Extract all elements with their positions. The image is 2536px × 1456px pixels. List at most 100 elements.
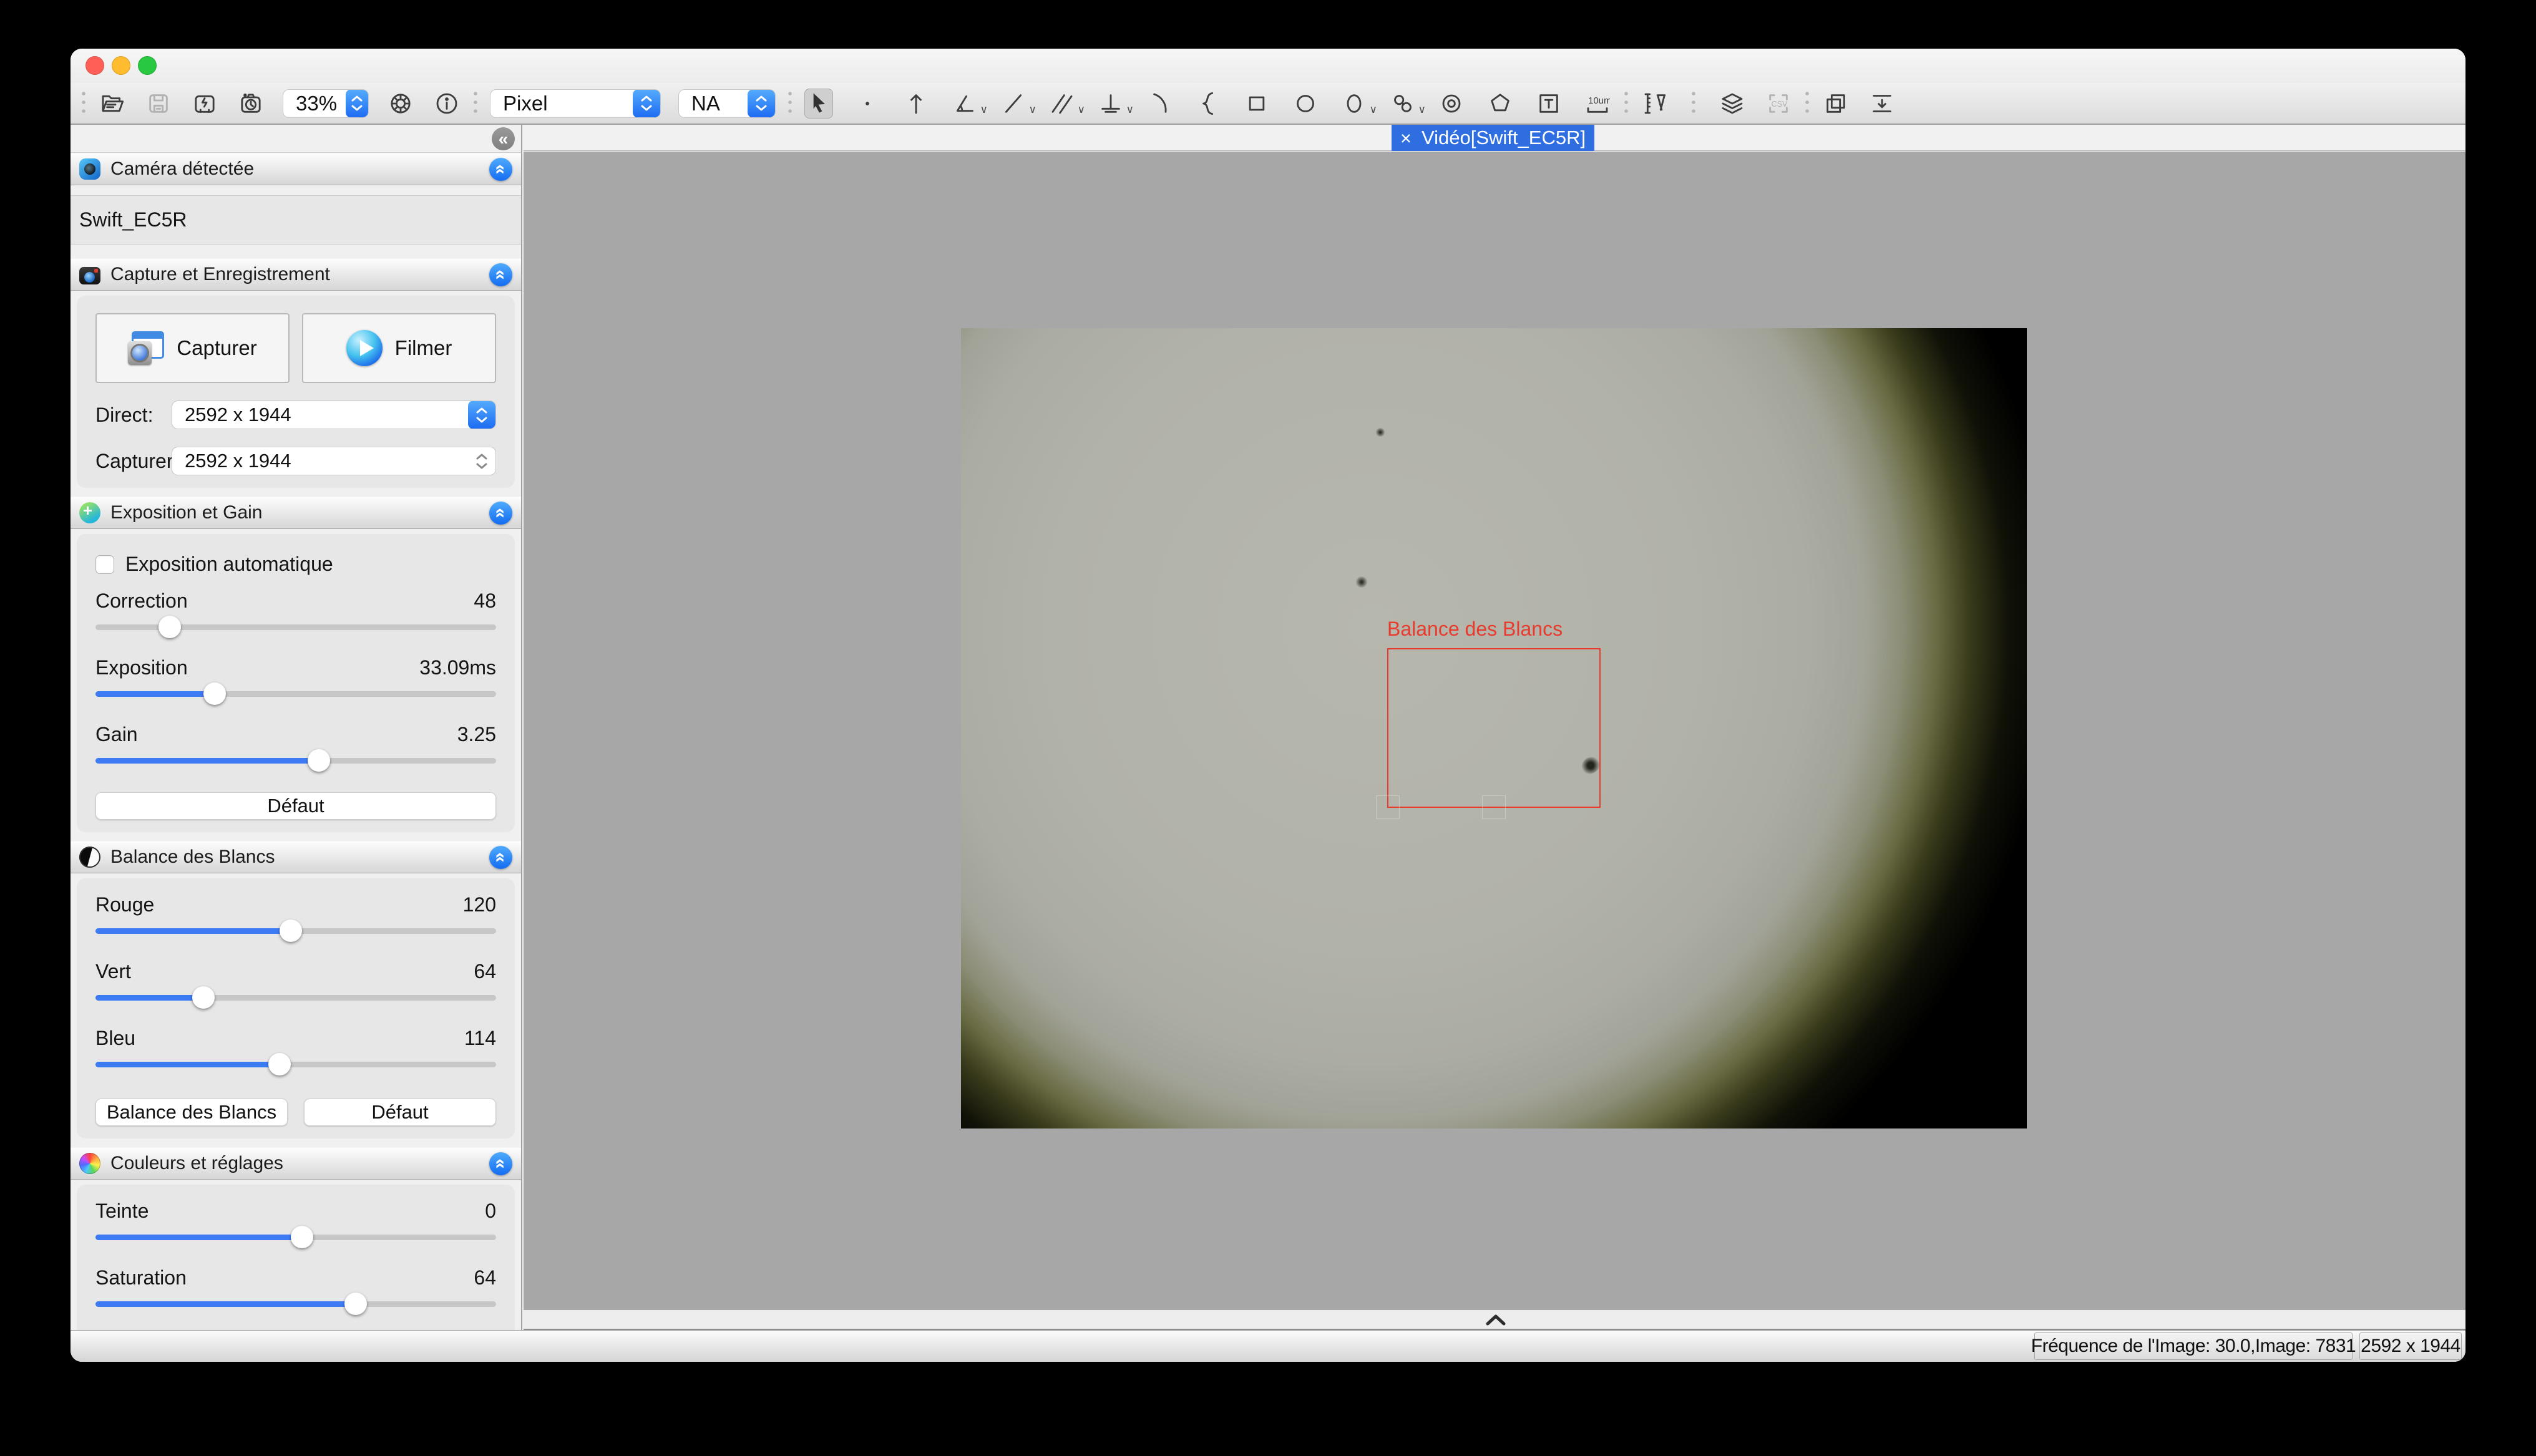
polygon-tool-icon[interactable] bbox=[1486, 89, 1514, 119]
exposure-time-value: 33.09ms bbox=[419, 656, 496, 679]
angle-tool-icon[interactable] bbox=[950, 89, 979, 119]
slider-thumb[interactable] bbox=[291, 1226, 313, 1248]
hue-slider[interactable] bbox=[95, 1223, 496, 1253]
wb-panel-header[interactable]: Balance des Blancs bbox=[71, 841, 521, 873]
toolbar-separator bbox=[788, 89, 792, 118]
snap-resolution-label: Capturer: bbox=[95, 450, 172, 473]
roi-resize-handle[interactable] bbox=[1376, 795, 1400, 819]
viewer-canvas: Balance des Blancs bbox=[524, 152, 2465, 1310]
exposure-time-slider[interactable] bbox=[95, 679, 496, 709]
rectangle-tool-icon[interactable] bbox=[1242, 89, 1271, 119]
unit-select[interactable]: Pixel bbox=[490, 89, 661, 118]
correction-slider[interactable] bbox=[95, 613, 496, 643]
layers-icon[interactable] bbox=[1718, 89, 1747, 119]
close-tab-icon[interactable]: × bbox=[1400, 129, 1412, 148]
slider-thumb[interactable] bbox=[280, 920, 302, 942]
annotation-circles-tool-icon[interactable] bbox=[1388, 89, 1417, 119]
copy-icon[interactable] bbox=[1822, 89, 1850, 119]
capture-button-label: Capturer bbox=[177, 336, 256, 360]
red-slider[interactable] bbox=[95, 916, 496, 946]
minimize-window-button[interactable] bbox=[112, 56, 130, 75]
collapse-panel-icon[interactable] bbox=[489, 158, 512, 181]
unit-stepper[interactable] bbox=[633, 89, 660, 118]
slider-thumb[interactable] bbox=[308, 749, 330, 772]
exposure-default-button[interactable]: Défaut bbox=[95, 792, 496, 820]
collapse-panel-icon[interactable] bbox=[489, 1152, 512, 1175]
auto-exposure-label: Exposition automatique bbox=[125, 553, 333, 576]
exposure-panel-header[interactable]: Exposition et Gain bbox=[71, 497, 521, 529]
text-tool-icon[interactable] bbox=[1534, 89, 1563, 119]
wb-default-button[interactable]: Défaut bbox=[304, 1099, 496, 1126]
perpendicular-tool-icon[interactable] bbox=[1096, 89, 1125, 119]
concentric-circles-tool-icon[interactable] bbox=[1437, 89, 1466, 119]
auto-exposure-checkbox[interactable] bbox=[95, 555, 114, 574]
gain-slider[interactable] bbox=[95, 746, 496, 776]
circle-tool-icon[interactable] bbox=[1291, 89, 1320, 119]
slider-thumb[interactable] bbox=[192, 986, 215, 1009]
camera-list-item[interactable]: Swift_EC5R bbox=[71, 195, 521, 245]
frame-info-status: Fréquence de l'Image: 30.0,Image: 7831 bbox=[2034, 1332, 2353, 1360]
info-icon[interactable] bbox=[432, 89, 461, 119]
zoom-select[interactable]: 33% bbox=[283, 89, 369, 118]
saturation-slider[interactable] bbox=[95, 1289, 496, 1319]
live-resolution-select[interactable]: 2592 x 1944 bbox=[172, 400, 496, 429]
live-resolution-label: Direct: bbox=[95, 404, 172, 427]
tab-video[interactable]: × Vidéo[Swift_EC5R] bbox=[1392, 125, 1594, 151]
collapse-panel-icon[interactable] bbox=[489, 846, 512, 869]
objective-stepper[interactable] bbox=[748, 89, 775, 118]
roi-resize-handle[interactable] bbox=[1482, 795, 1506, 819]
open-file-icon[interactable] bbox=[98, 89, 127, 119]
gain-label: Gain bbox=[95, 723, 138, 746]
save-icon bbox=[144, 89, 173, 119]
green-slider[interactable] bbox=[95, 983, 496, 1013]
zoom-window-button[interactable] bbox=[138, 56, 157, 75]
white-balance-roi[interactable] bbox=[1387, 648, 1601, 808]
expand-panel-chevron-icon[interactable] bbox=[1482, 1311, 1509, 1329]
collapse-panel-icon[interactable] bbox=[489, 263, 512, 286]
blue-slider[interactable] bbox=[95, 1050, 496, 1080]
snap-resolution-select[interactable]: 2592 x 1944 bbox=[172, 447, 496, 475]
snapshot-flash-icon[interactable] bbox=[190, 89, 219, 119]
slider-thumb[interactable] bbox=[268, 1053, 291, 1075]
select-cursor-icon[interactable] bbox=[804, 89, 833, 119]
color-panel-body: Teinte 0 Saturation 64 Luminosité 0 bbox=[77, 1185, 515, 1330]
collapse-panel-icon[interactable] bbox=[489, 502, 512, 525]
objective-select[interactable]: NA bbox=[678, 89, 776, 118]
capture-button[interactable]: Capturer bbox=[95, 313, 290, 383]
timed-capture-icon[interactable] bbox=[237, 89, 265, 119]
line-tool-icon[interactable] bbox=[999, 89, 1028, 119]
live-video-frame[interactable]: Balance des Blancs bbox=[961, 328, 2027, 1128]
arrow-tool-icon[interactable] bbox=[902, 89, 930, 119]
correction-label: Correction bbox=[95, 590, 188, 613]
green-label: Vert bbox=[95, 960, 131, 983]
zoom-stepper[interactable] bbox=[346, 89, 368, 118]
parallel-lines-tool-icon[interactable] bbox=[1048, 89, 1076, 119]
camera-list: Swift_EC5R bbox=[71, 185, 521, 258]
color-panel-header[interactable]: Couleurs et réglages bbox=[71, 1147, 521, 1180]
blue-value: 114 bbox=[464, 1027, 496, 1050]
collapse-sidebar-icon[interactable] bbox=[492, 127, 515, 150]
slider-thumb[interactable] bbox=[344, 1293, 367, 1315]
correction-value: 48 bbox=[474, 590, 496, 613]
close-window-button[interactable] bbox=[85, 56, 104, 75]
live-resolution-stepper[interactable] bbox=[468, 400, 495, 429]
settings-gear-icon[interactable] bbox=[386, 89, 415, 119]
snap-resolution-stepper[interactable] bbox=[468, 447, 495, 475]
white-balance-button[interactable]: Balance des Blancs bbox=[95, 1099, 288, 1126]
arc-tool-icon[interactable] bbox=[1145, 89, 1174, 119]
point-tool-icon[interactable] bbox=[853, 89, 882, 119]
measurement-tools-icon[interactable] bbox=[1641, 89, 1669, 119]
unit-value: Pixel bbox=[503, 92, 624, 115]
capture-panel-header[interactable]: Capture et Enregistrement bbox=[71, 258, 521, 291]
slider-thumb[interactable] bbox=[203, 682, 226, 705]
exposure-panel-body: Exposition automatique Correction 48 Exp… bbox=[77, 534, 515, 832]
scale-bar-tool-icon[interactable]: 10um bbox=[1583, 89, 1612, 119]
camera-panel-header[interactable]: Caméra détectée bbox=[71, 153, 521, 185]
record-button[interactable]: Filmer bbox=[302, 313, 496, 383]
export-image-icon[interactable] bbox=[1868, 89, 1896, 119]
slider-thumb[interactable] bbox=[158, 616, 181, 638]
sidebar-top-strip bbox=[71, 125, 521, 153]
camera-icon bbox=[79, 267, 100, 284]
ellipse-tool-icon[interactable] bbox=[1340, 89, 1368, 119]
curve-tool-icon[interactable] bbox=[1194, 89, 1222, 119]
